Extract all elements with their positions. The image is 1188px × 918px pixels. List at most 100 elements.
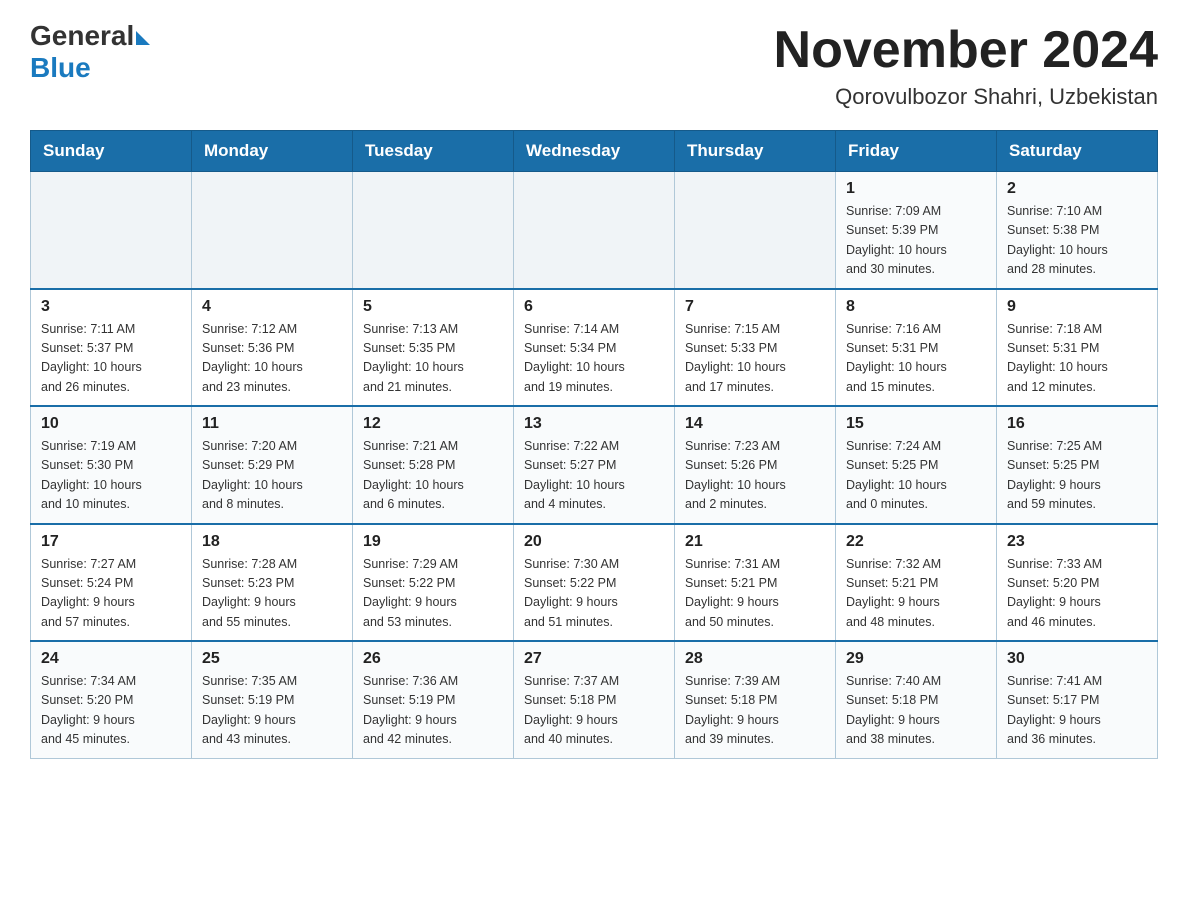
calendar-cell [31,172,192,289]
day-info: Sunrise: 7:13 AM Sunset: 5:35 PM Dayligh… [363,320,503,398]
day-of-week-header: Wednesday [514,131,675,172]
calendar-week-row: 1 Sunrise: 7:09 AM Sunset: 5:39 PM Daylig… [31,172,1158,289]
calendar-cell: 11Sunrise: 7:20 AM Sunset: 5:29 PM Dayli… [192,406,353,524]
day-number: 11 [202,415,342,433]
day-info: Sunrise: 7:14 AM Sunset: 5:34 PM Dayligh… [524,320,664,398]
calendar-cell [192,172,353,289]
day-of-week-header: Tuesday [353,131,514,172]
calendar-week-row: 3 Sunrise: 7:11 AM Sunset: 5:37 PM Daylig… [31,289,1158,407]
day-number: 23 [1007,533,1147,551]
day-number: 20 [524,533,664,551]
day-info: Sunrise: 7:31 AM Sunset: 5:21 PM Dayligh… [685,555,825,633]
day-number: 2 [1007,180,1147,198]
day-info: Sunrise: 7:28 AM Sunset: 5:23 PM Dayligh… [202,555,342,633]
calendar-cell: 26 Sunrise: 7:36 AM Sunset: 5:19 PM Dayli… [353,641,514,758]
day-info: Sunrise: 7:10 AM Sunset: 5:38 PM Dayligh… [1007,202,1147,280]
calendar-cell: 4 Sunrise: 7:12 AM Sunset: 5:36 PM Daylig… [192,289,353,407]
calendar-cell: 12 Sunrise: 7:21 AM Sunset: 5:28 PM Dayli… [353,406,514,524]
day-info: Sunrise: 7:16 AM Sunset: 5:31 PM Dayligh… [846,320,986,398]
day-info: Sunrise: 7:36 AM Sunset: 5:19 PM Dayligh… [363,672,503,750]
logo-arrow-icon [136,31,150,45]
day-info: Sunrise: 7:21 AM Sunset: 5:28 PM Dayligh… [363,437,503,515]
day-number: 19 [363,533,503,551]
calendar-cell: 15Sunrise: 7:24 AM Sunset: 5:25 PM Dayli… [836,406,997,524]
day-of-week-header: Saturday [997,131,1158,172]
day-info: Sunrise: 7:22 AM Sunset: 5:27 PM Dayligh… [524,437,664,515]
calendar-week-row: 24Sunrise: 7:34 AM Sunset: 5:20 PM Dayli… [31,641,1158,758]
day-number: 7 [685,298,825,316]
calendar-subtitle: Qorovulbozor Shahri, Uzbekistan [774,84,1158,110]
calendar-title: November 2024 [774,20,1158,80]
calendar-cell: 5 Sunrise: 7:13 AM Sunset: 5:35 PM Daylig… [353,289,514,407]
day-number: 30 [1007,650,1147,668]
day-number: 3 [41,298,181,316]
day-number: 28 [685,650,825,668]
day-of-week-header: Thursday [675,131,836,172]
day-number: 9 [1007,298,1147,316]
calendar-cell: 6 Sunrise: 7:14 AM Sunset: 5:34 PM Daylig… [514,289,675,407]
calendar-cell: 2 Sunrise: 7:10 AM Sunset: 5:38 PM Daylig… [997,172,1158,289]
title-block: November 2024 Qorovulbozor Shahri, Uzbek… [774,20,1158,110]
day-number: 21 [685,533,825,551]
day-info: Sunrise: 7:11 AM Sunset: 5:37 PM Dayligh… [41,320,181,398]
day-info: Sunrise: 7:18 AM Sunset: 5:31 PM Dayligh… [1007,320,1147,398]
calendar-week-row: 10 Sunrise: 7:19 AM Sunset: 5:30 PM Dayli… [31,406,1158,524]
calendar-cell: 8 Sunrise: 7:16 AM Sunset: 5:31 PM Daylig… [836,289,997,407]
day-number: 10 [41,415,181,433]
calendar-cell: 13Sunrise: 7:22 AM Sunset: 5:27 PM Dayli… [514,406,675,524]
calendar-header-row: SundayMondayTuesdayWednesdayThursdayFrid… [31,131,1158,172]
calendar-cell: 9 Sunrise: 7:18 AM Sunset: 5:31 PM Daylig… [997,289,1158,407]
day-info: Sunrise: 7:12 AM Sunset: 5:36 PM Dayligh… [202,320,342,398]
day-info: Sunrise: 7:37 AM Sunset: 5:18 PM Dayligh… [524,672,664,750]
day-number: 17 [41,533,181,551]
day-info: Sunrise: 7:40 AM Sunset: 5:18 PM Dayligh… [846,672,986,750]
calendar-cell: 24Sunrise: 7:34 AM Sunset: 5:20 PM Dayli… [31,641,192,758]
day-info: Sunrise: 7:32 AM Sunset: 5:21 PM Dayligh… [846,555,986,633]
day-info: Sunrise: 7:09 AM Sunset: 5:39 PM Dayligh… [846,202,986,280]
day-of-week-header: Monday [192,131,353,172]
day-number: 12 [363,415,503,433]
calendar-table: SundayMondayTuesdayWednesdayThursdayFrid… [30,130,1158,759]
day-info: Sunrise: 7:25 AM Sunset: 5:25 PM Dayligh… [1007,437,1147,515]
day-number: 29 [846,650,986,668]
day-info: Sunrise: 7:41 AM Sunset: 5:17 PM Dayligh… [1007,672,1147,750]
day-info: Sunrise: 7:19 AM Sunset: 5:30 PM Dayligh… [41,437,181,515]
day-info: Sunrise: 7:35 AM Sunset: 5:19 PM Dayligh… [202,672,342,750]
calendar-cell: 25Sunrise: 7:35 AM Sunset: 5:19 PM Dayli… [192,641,353,758]
calendar-cell: 16 Sunrise: 7:25 AM Sunset: 5:25 PM Dayli… [997,406,1158,524]
day-info: Sunrise: 7:30 AM Sunset: 5:22 PM Dayligh… [524,555,664,633]
logo-general-text: General [30,20,134,52]
day-number: 14 [685,415,825,433]
logo: General Blue [30,20,150,84]
calendar-cell: 3 Sunrise: 7:11 AM Sunset: 5:37 PM Daylig… [31,289,192,407]
calendar-cell: 20 Sunrise: 7:30 AM Sunset: 5:22 PM Dayli… [514,524,675,642]
calendar-cell: 14Sunrise: 7:23 AM Sunset: 5:26 PM Dayli… [675,406,836,524]
day-info: Sunrise: 7:15 AM Sunset: 5:33 PM Dayligh… [685,320,825,398]
day-number: 15 [846,415,986,433]
calendar-cell: 29 Sunrise: 7:40 AM Sunset: 5:18 PM Dayli… [836,641,997,758]
calendar-cell: 19 Sunrise: 7:29 AM Sunset: 5:22 PM Dayli… [353,524,514,642]
day-info: Sunrise: 7:33 AM Sunset: 5:20 PM Dayligh… [1007,555,1147,633]
calendar-cell: 22Sunrise: 7:32 AM Sunset: 5:21 PM Dayli… [836,524,997,642]
day-info: Sunrise: 7:29 AM Sunset: 5:22 PM Dayligh… [363,555,503,633]
day-number: 4 [202,298,342,316]
logo-blue-text: Blue [30,52,91,84]
page-header: General Blue November 2024 Qorovulbozor … [30,20,1158,110]
calendar-cell [675,172,836,289]
calendar-cell: 18 Sunrise: 7:28 AM Sunset: 5:23 PM Dayli… [192,524,353,642]
day-of-week-header: Friday [836,131,997,172]
day-number: 8 [846,298,986,316]
calendar-cell: 1 Sunrise: 7:09 AM Sunset: 5:39 PM Daylig… [836,172,997,289]
calendar-cell: 28Sunrise: 7:39 AM Sunset: 5:18 PM Dayli… [675,641,836,758]
calendar-cell: 23 Sunrise: 7:33 AM Sunset: 5:20 PM Dayli… [997,524,1158,642]
calendar-cell [514,172,675,289]
day-number: 18 [202,533,342,551]
day-number: 1 [846,180,986,198]
calendar-cell: 10 Sunrise: 7:19 AM Sunset: 5:30 PM Dayli… [31,406,192,524]
day-number: 26 [363,650,503,668]
calendar-cell: 27Sunrise: 7:37 AM Sunset: 5:18 PM Dayli… [514,641,675,758]
day-number: 5 [363,298,503,316]
day-number: 16 [1007,415,1147,433]
calendar-cell: 17Sunrise: 7:27 AM Sunset: 5:24 PM Dayli… [31,524,192,642]
day-number: 6 [524,298,664,316]
